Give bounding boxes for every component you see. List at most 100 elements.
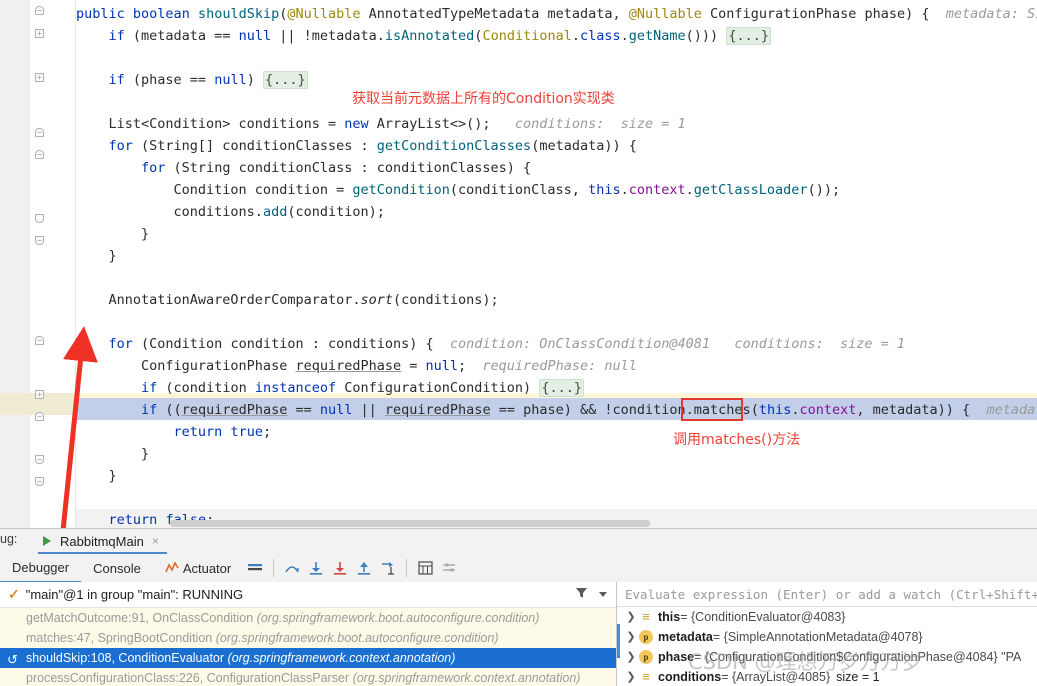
collapsed-block[interactable]: {...} [262, 71, 308, 89]
chevron-right-icon[interactable]: ❯ [625, 647, 637, 667]
field-variable-icon: ≡ [642, 609, 650, 624]
frame-row[interactable]: getMatchOutcome:91, OnClassCondition (or… [0, 608, 616, 628]
parameter-variable-icon: p [639, 650, 653, 664]
variable-row-this[interactable]: ❯ ≡ this = {ConditionEvaluator@4083} [617, 607, 1037, 627]
code-line-phase-null-check[interactable]: if (phase == null) {...} [76, 69, 308, 91]
thread-row-actions[interactable] [575, 586, 608, 604]
force-step-into-icon[interactable] [329, 557, 351, 579]
inline-hint-condition-obj: condition: OnClassCondition@4081 [449, 336, 710, 352]
collapsed-block[interactable]: {...} [726, 27, 771, 45]
inline-hint-conditions-size: conditions: size = 1 [514, 116, 686, 132]
thread-running-icon: ✓ [8, 586, 20, 602]
code-line-instanceof-check[interactable]: if (condition instanceof ConfigurationCo… [76, 377, 584, 399]
settings-icon[interactable] [438, 557, 460, 579]
layout-settings-icon[interactable] [244, 557, 266, 579]
field-variable-icon: ≡ [642, 669, 650, 684]
evaluate-expression-icon[interactable] [414, 557, 436, 579]
code-line-conditions-init[interactable]: List<Condition> conditions = new ArrayLi… [76, 113, 686, 135]
code-editor[interactable]: − + + − − − − + − − − public boolean sho… [0, 0, 1037, 528]
tab-console[interactable]: Console [81, 555, 153, 582]
code-line-metadata-null-check[interactable]: if (metadata == null || !metadata.isAnno… [76, 25, 771, 47]
frame-package: (org.springframework.context.annotation) [352, 671, 581, 685]
chevron-right-icon[interactable]: ❯ [625, 667, 637, 686]
step-into-icon[interactable] [305, 557, 327, 579]
thread-selector-row[interactable]: ✓ "main"@1 in group "main": RUNNING [0, 582, 616, 608]
frame-method: matches:47, SpringBootCondition [26, 631, 216, 645]
debug-tool-window[interactable]: ug: RabbitmqMain × Debugger Console Actu… [0, 528, 1037, 686]
code-line-return-true[interactable]: return true; [76, 421, 272, 443]
code-text-layer[interactable]: public boolean shouldSkip(@Nullable Anno… [0, 0, 1037, 528]
frame-package: (org.springframework.context.annotation) [227, 651, 456, 665]
variables-list[interactable]: ❯ ≡ this = {ConditionEvaluator@4083} ❯ p… [617, 607, 1037, 686]
debug-window-header: ug: RabbitmqMain × [0, 529, 1037, 554]
frame-row-selected[interactable]: ↺ shouldSkip:108, ConditionEvaluator (org… [0, 648, 616, 668]
inline-hint-signature: metadata: Si [945, 6, 1037, 22]
run-config-name: RabbitmqMain [60, 533, 144, 549]
debug-window-label: ug: [0, 532, 18, 546]
tab-actuator-label: Actuator [182, 560, 232, 576]
filter-icon[interactable] [575, 586, 588, 604]
variables-pane[interactable]: Evaluate expression (Enter) or add a wat… [617, 582, 1037, 686]
variable-row-conditions[interactable]: ❯ ≡ conditions = {ArrayList@4085} size =… [617, 667, 1037, 686]
collapsed-block[interactable]: {...} [539, 379, 584, 397]
code-line-for-condition-classes[interactable]: for (String[] conditionClasses : getCond… [76, 135, 637, 157]
variable-name: conditions [658, 670, 722, 684]
variables-scrollbar-thumb[interactable] [617, 624, 620, 658]
tab-debugger[interactable]: Debugger [0, 554, 82, 583]
code-line-get-condition[interactable]: Condition condition = getCondition(condi… [76, 179, 841, 201]
annotation-note-1: 获取当前元数据上所有的Condition实现类 [352, 91, 615, 107]
toolbar-separator [273, 559, 275, 577]
frame-return-icon: ↺ [7, 652, 18, 667]
evaluate-expression-row[interactable]: Evaluate expression (Enter) or add a wat… [617, 582, 1037, 607]
code-line-for-conditions[interactable]: for (Condition condition : conditions) {… [76, 333, 906, 355]
frame-method: processConfigurationClass:226, Configura… [26, 671, 353, 685]
code-line-for-close-brace[interactable]: } [76, 465, 117, 487]
code-line-required-phase[interactable]: ConfigurationPhase requiredPhase = null;… [76, 355, 637, 377]
chevron-down-icon[interactable] [598, 586, 608, 604]
frame-package: (org.springframework.boot.autoconfigure.… [256, 611, 540, 625]
variable-row-phase[interactable]: ❯ p phase = {ConfigurationCondition$Conf… [617, 647, 1037, 667]
chevron-right-icon[interactable]: ❯ [625, 607, 637, 627]
run-configuration-tab[interactable]: RabbitmqMain × [38, 530, 167, 554]
code-line-if-close-brace[interactable]: } [76, 443, 149, 465]
evaluate-expression-placeholder[interactable]: Evaluate expression (Enter) or add a wat… [617, 587, 1037, 602]
frame-row[interactable]: processConfigurationClass:226, Configura… [0, 668, 616, 686]
step-out-icon[interactable] [353, 557, 375, 579]
inline-hint-conditions-size-2: conditions: size = 1 [734, 336, 906, 352]
code-line-outer-brace[interactable]: } [76, 245, 117, 267]
inline-hint-matches-line: metadata [986, 402, 1037, 418]
frame-row[interactable]: matches:47, SpringBootCondition (org.spr… [0, 628, 616, 648]
variable-row-metadata[interactable]: ❯ p metadata = {SimpleAnnotationMetadata… [617, 627, 1037, 647]
variable-value: = {ConfigurationCondition$ConfigurationP… [694, 650, 1022, 664]
code-line-for-condition-class[interactable]: for (String conditionClass : conditionCl… [76, 157, 531, 179]
tab-actuator[interactable]: Actuator [153, 555, 243, 582]
call-stack-frames-list[interactable]: getMatchOutcome:91, OnClassCondition (or… [0, 608, 616, 686]
close-icon[interactable]: × [152, 534, 159, 548]
code-line-signature[interactable]: public boolean shouldSkip(@Nullable Anno… [76, 3, 1037, 25]
ide-window: − + + − − − − + − − − public boolean sho… [0, 0, 1037, 686]
code-line-matches-call[interactable]: if ((requiredPhase == null || requiredPh… [76, 399, 1037, 421]
frame-method: shouldSkip:108, ConditionEvaluator [26, 651, 228, 665]
variable-name: phase [658, 650, 695, 664]
code-line-inner-brace[interactable]: } [76, 223, 149, 245]
code-line-conditions-add[interactable]: conditions.add(condition); [76, 201, 385, 223]
debug-toolbar[interactable]: Debugger Console Actuator [0, 554, 1037, 583]
frames-pane[interactable]: ✓ "main"@1 in group "main": RUNNING getM… [0, 582, 617, 686]
annotation-note-2: 调用matches()方法 [673, 432, 801, 448]
chevron-right-icon[interactable]: ❯ [625, 627, 637, 647]
variable-name: metadata [658, 630, 713, 644]
code-line-sort[interactable]: AnnotationAwareOrderComparator.sort(cond… [76, 289, 499, 311]
variable-value: = {ArrayList@4085} [721, 670, 831, 684]
parameter-variable-icon: p [639, 630, 653, 644]
variable-name: this [658, 610, 681, 624]
variable-size: size = 1 [836, 670, 880, 684]
variable-value: = {ConditionEvaluator@4083} [680, 610, 846, 624]
frame-method: getMatchOutcome:91, OnClassCondition [26, 611, 257, 625]
actuator-icon [165, 556, 179, 572]
thread-status-label: "main"@1 in group "main": RUNNING [25, 587, 244, 602]
editor-horizontal-scrollbar[interactable] [170, 520, 650, 527]
step-over-icon[interactable] [281, 557, 303, 579]
frame-package: (org.springframework.boot.autoconfigure.… [215, 631, 499, 645]
run-config-icon [42, 535, 55, 548]
run-to-cursor-icon[interactable] [377, 557, 399, 579]
